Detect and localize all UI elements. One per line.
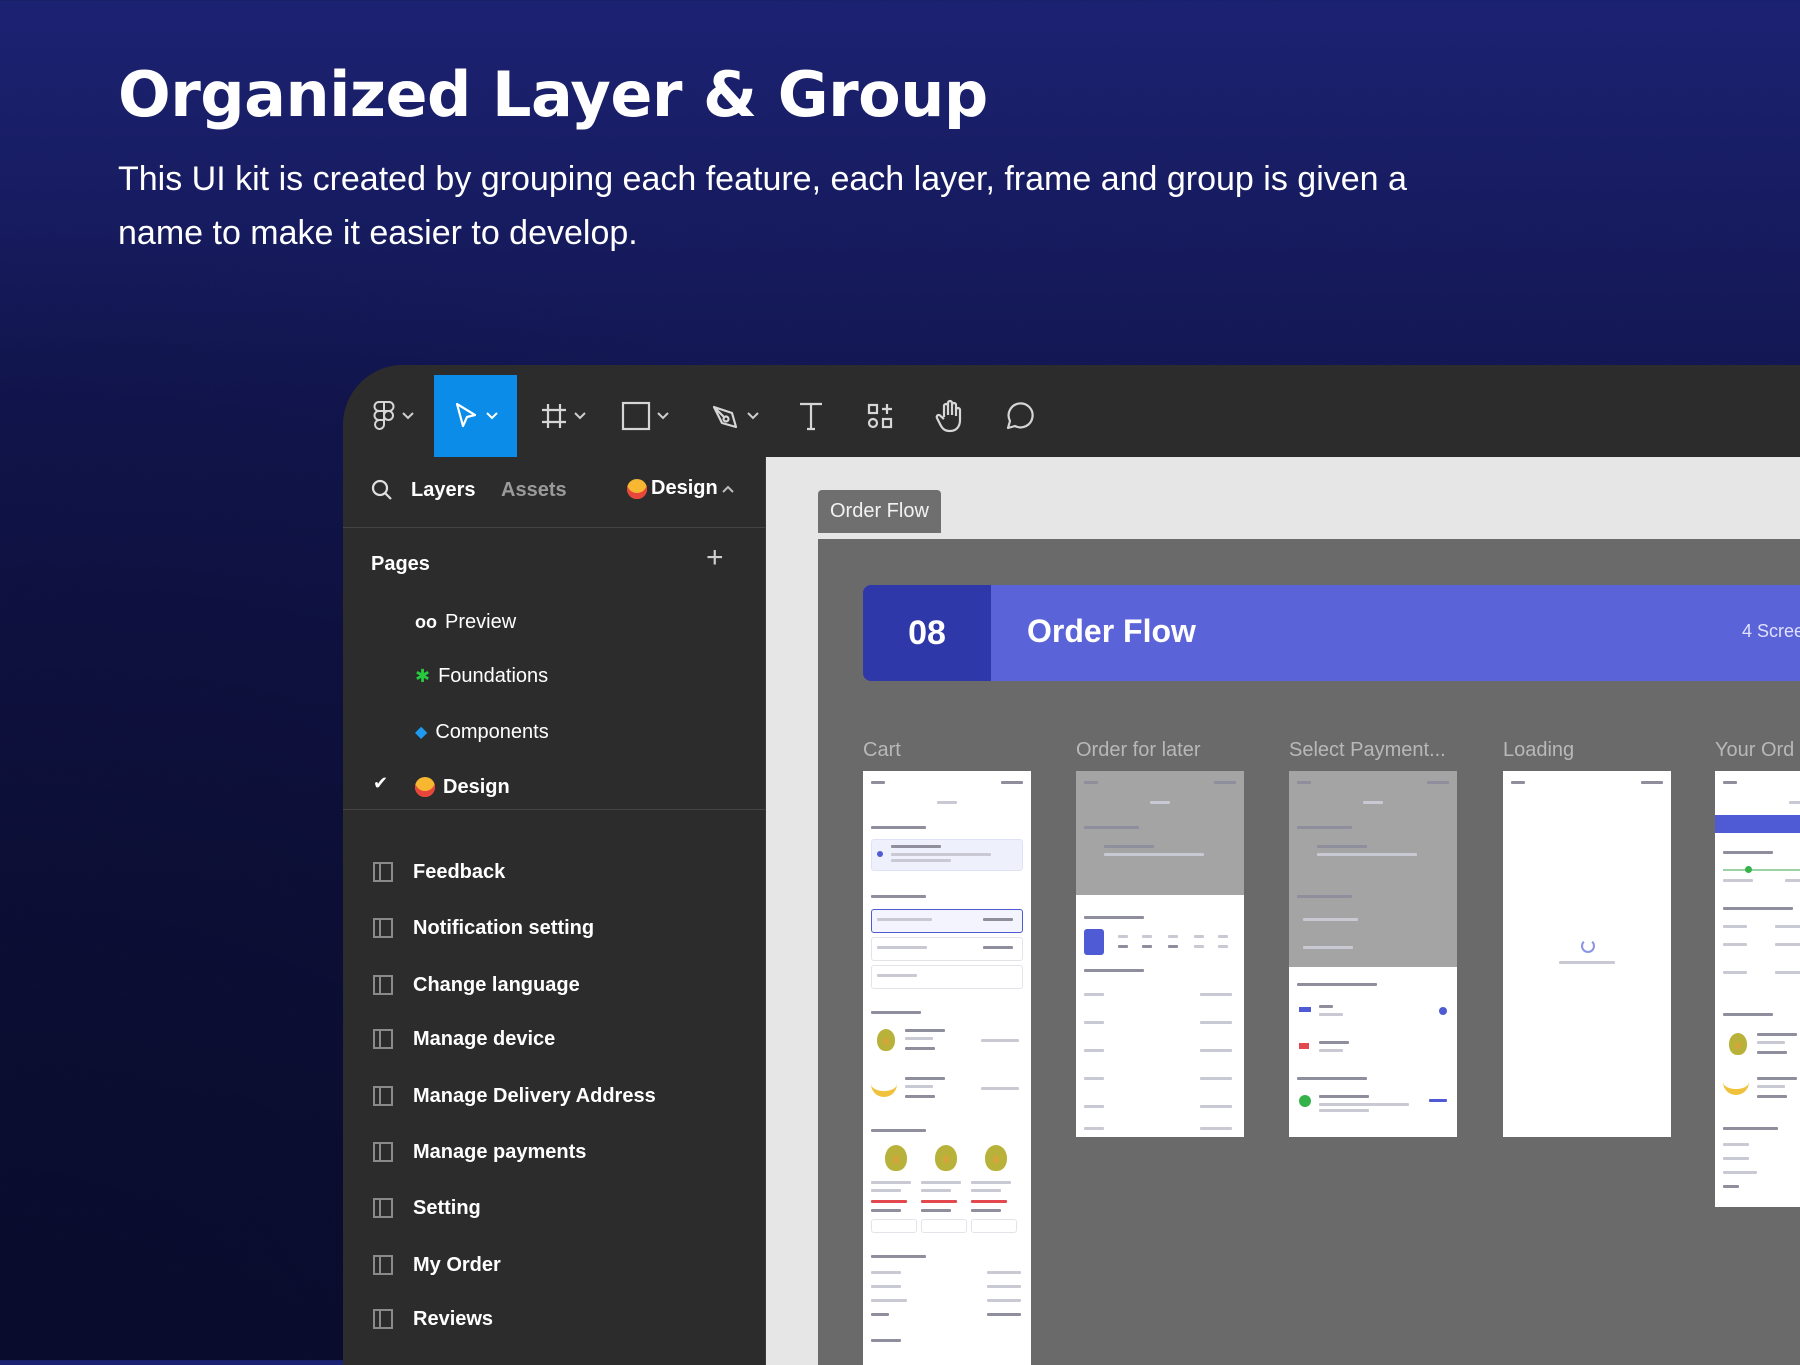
glasses-emoji-icon: oo bbox=[415, 611, 437, 632]
design-canvas[interactable]: Order Flow 08 Order Flow 4 Screens Cart … bbox=[766, 457, 1800, 1365]
chevron-down-icon bbox=[402, 412, 414, 420]
pages-header: Pages bbox=[371, 553, 430, 575]
banner-count: 4 Screens bbox=[1741, 621, 1800, 641]
comment-bubble-icon bbox=[1006, 402, 1034, 430]
page-item-foundations[interactable]: ✱ Foundations bbox=[415, 661, 548, 691]
layer-frame-item[interactable]: Change language bbox=[373, 970, 580, 1000]
screen-thumbnail-your-order[interactable] bbox=[1715, 771, 1800, 1207]
sidebar-tabs: Layers Assets Design bbox=[343, 457, 765, 528]
screen-label: Cart bbox=[863, 739, 901, 761]
green-clover-icon: ✱ bbox=[415, 665, 431, 686]
hand-tool-button[interactable] bbox=[926, 375, 976, 457]
text-tool-button[interactable] bbox=[789, 375, 833, 457]
toolbar bbox=[343, 365, 1800, 457]
sidebar-divider bbox=[343, 809, 765, 810]
screen-label: Loading bbox=[1503, 739, 1575, 761]
layer-label: Setting bbox=[413, 1196, 481, 1219]
layer-label: My Order bbox=[413, 1253, 501, 1276]
layer-frame-item[interactable]: Manage payments bbox=[373, 1137, 586, 1167]
order-flow-section[interactable]: 08 Order Flow 4 Screens Cart Order for l… bbox=[818, 539, 1800, 1365]
checkmark-icon: ✔ bbox=[373, 773, 389, 793]
frame-icon bbox=[373, 1255, 393, 1275]
page-item-components[interactable]: ◆ Components bbox=[415, 717, 549, 747]
frame-icon bbox=[373, 1198, 393, 1218]
layer-label: Change language bbox=[413, 973, 580, 996]
screen-thumbnail-loading[interactable] bbox=[1503, 771, 1671, 1137]
page-item-label: Foundations bbox=[438, 664, 549, 687]
screen-label: Select Payment... bbox=[1289, 739, 1446, 761]
layer-label: Manage device bbox=[413, 1027, 556, 1050]
frame-icon bbox=[373, 918, 393, 938]
layer-frame-item[interactable]: Manage Delivery Address bbox=[373, 1081, 656, 1111]
layer-frame-item[interactable]: Reviews bbox=[373, 1304, 493, 1334]
frame-hash-icon bbox=[542, 404, 566, 428]
comment-tool-button[interactable] bbox=[995, 375, 1045, 457]
smiling-emoji-icon bbox=[415, 777, 435, 797]
banner-number: 08 bbox=[863, 585, 991, 681]
frame-icon bbox=[373, 1142, 393, 1162]
layer-frame-item[interactable]: Setting bbox=[373, 1193, 481, 1223]
layers-sidebar: Layers Assets Design Pages + oo Preview … bbox=[343, 457, 766, 1365]
page-item-label: Components bbox=[435, 720, 549, 743]
page-switcher-label: Design bbox=[651, 477, 718, 499]
page-item-label: Preview bbox=[445, 610, 517, 633]
banner-title: Order Flow bbox=[1027, 613, 1196, 649]
page-item-preview[interactable]: oo Preview bbox=[415, 607, 516, 637]
add-page-button[interactable]: + bbox=[706, 543, 724, 573]
smiling-emoji-icon bbox=[627, 478, 647, 499]
layer-frame-item[interactable]: Manage device bbox=[373, 1024, 555, 1054]
pen-tool-button[interactable] bbox=[705, 375, 765, 457]
page-item-design[interactable]: Design bbox=[415, 772, 510, 802]
frame-icon bbox=[373, 1309, 393, 1329]
rectangle-icon bbox=[621, 401, 651, 431]
pen-tool-icon bbox=[712, 405, 738, 429]
search-icon[interactable] bbox=[371, 479, 393, 501]
section-label[interactable]: Order Flow bbox=[818, 490, 941, 533]
screen-label: Your Ord bbox=[1715, 739, 1795, 761]
frame-tool-button[interactable] bbox=[533, 375, 593, 457]
page-switcher[interactable]: Design bbox=[627, 477, 734, 500]
chevron-down-icon bbox=[485, 412, 498, 420]
hero-title: Organized Layer & Group bbox=[118, 58, 988, 131]
layer-frame-item[interactable]: Feedback bbox=[373, 857, 505, 887]
chevron-up-icon bbox=[721, 485, 734, 493]
layer-frame-item[interactable]: My Order bbox=[373, 1250, 501, 1280]
main-menu-button[interactable] bbox=[363, 375, 423, 457]
screen-thumbnail-cart[interactable] bbox=[863, 771, 1031, 1365]
chevron-down-icon bbox=[574, 412, 586, 420]
shape-tool-button[interactable] bbox=[615, 375, 675, 457]
page-item-label: Design bbox=[443, 775, 510, 798]
text-icon bbox=[800, 402, 822, 431]
frame-icon bbox=[373, 1086, 393, 1106]
screen-thumbnail-order-for-later[interactable] bbox=[1076, 771, 1244, 1137]
resources-grid-icon bbox=[867, 403, 893, 429]
frame-icon bbox=[373, 862, 393, 882]
layer-label: Manage payments bbox=[413, 1140, 587, 1163]
move-tool-button[interactable] bbox=[434, 375, 517, 457]
blue-diamond-icon: ◆ bbox=[415, 724, 428, 741]
tab-layers[interactable]: Layers bbox=[411, 479, 476, 502]
hero-description: This UI kit is created by grouping each … bbox=[118, 160, 1407, 252]
spinner-icon bbox=[1581, 939, 1595, 953]
chevron-down-icon bbox=[657, 412, 669, 420]
chevron-down-icon bbox=[747, 412, 759, 420]
layer-frame-item[interactable]: Notification setting bbox=[373, 913, 594, 943]
figma-logo-icon bbox=[373, 401, 395, 430]
hand-icon bbox=[935, 399, 962, 433]
frame-icon bbox=[373, 1029, 393, 1049]
figma-app-window: Layers Assets Design Pages + oo Preview … bbox=[343, 365, 1800, 1365]
resources-button[interactable] bbox=[855, 375, 905, 457]
layer-label: Reviews bbox=[413, 1307, 494, 1330]
section-banner: 08 Order Flow 4 Screens bbox=[863, 585, 1800, 681]
layer-label: Notification setting bbox=[413, 916, 595, 939]
screen-label: Order for later bbox=[1076, 739, 1201, 761]
frame-icon bbox=[373, 975, 393, 995]
cursor-arrow-icon bbox=[455, 402, 476, 428]
screen-thumbnail-select-payment[interactable] bbox=[1289, 771, 1457, 1137]
layer-label: Feedback bbox=[413, 860, 506, 883]
tab-assets[interactable]: Assets bbox=[501, 479, 567, 502]
layer-label: Manage Delivery Address bbox=[413, 1084, 656, 1107]
